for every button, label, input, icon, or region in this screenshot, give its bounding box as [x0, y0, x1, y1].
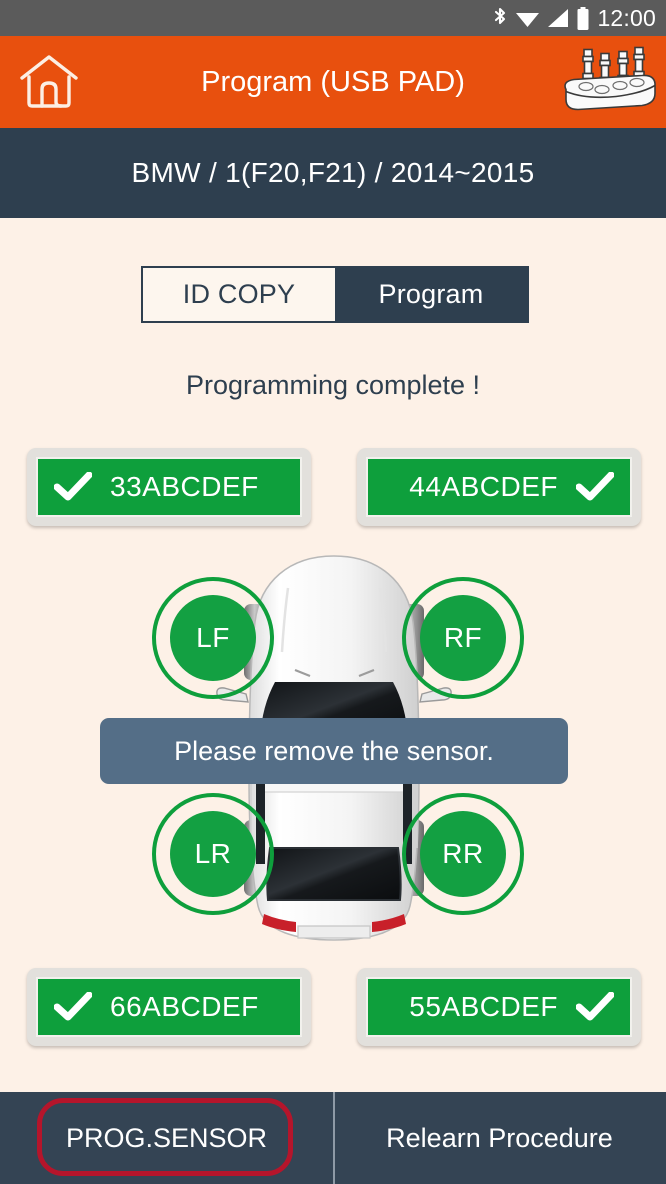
wheel-label-lr: LR: [194, 838, 232, 869]
sensor-tag-rf[interactable]: 44ABCDEF: [357, 448, 641, 526]
breadcrumb: BMW / 1(F20,F21) / 2014~2015: [0, 128, 666, 218]
app-screen: 12:00 Program (USB PAD) BMW / 1(F20,F21)…: [0, 0, 666, 1184]
mode-tabs: ID COPY Program: [141, 266, 529, 323]
status-message: Programming complete !: [185, 370, 481, 400]
check-icon: [576, 992, 614, 1021]
wheel-dot-rf: RF: [420, 595, 506, 681]
sensor-tag-rr[interactable]: 55ABCDEF: [357, 968, 641, 1046]
check-icon: [576, 472, 614, 501]
sensor-id-lr: 66ABCDEF: [110, 991, 259, 1022]
wheel-dot-lr: LR: [170, 811, 256, 897]
wheel-dot-rr: RR: [420, 811, 506, 897]
status-bar-clock: 12:00: [597, 4, 656, 31]
sensor-tag-lr[interactable]: 66ABCDEF: [27, 968, 311, 1046]
sensor-id-rf: 44ABCDEF: [409, 471, 558, 502]
wheel-marker-lr[interactable]: LR: [152, 793, 274, 915]
wheel-marker-rr[interactable]: RR: [402, 793, 524, 915]
status-bar: 12:00: [0, 0, 666, 36]
wheel-label-rr: RR: [442, 838, 484, 869]
check-icon: [54, 472, 92, 501]
usb-pad-device-icon: [556, 42, 660, 123]
relearn-procedure-button[interactable]: Relearn Procedure: [333, 1092, 666, 1184]
sensor-id-lf: 33ABCDEF: [110, 471, 259, 502]
sensor-id-rr: 55ABCDEF: [409, 991, 558, 1022]
wheel-label-lf: LF: [196, 622, 230, 653]
wheel-marker-lf[interactable]: LF: [152, 577, 274, 699]
prog-sensor-button[interactable]: PROG.SENSOR: [0, 1092, 333, 1184]
wifi-icon: [516, 13, 540, 27]
bluetooth-icon: [495, 7, 506, 25]
check-icon: [54, 992, 92, 1021]
tab-program[interactable]: Program: [335, 268, 527, 321]
sensor-tag-lf[interactable]: 33ABCDEF: [27, 448, 311, 526]
tab-id-copy[interactable]: ID COPY: [143, 268, 335, 321]
wheel-dot-lf: LF: [170, 595, 256, 681]
toast-banner: Please remove the sensor.: [100, 718, 568, 784]
breadcrumb-text: BMW / 1(F20,F21) / 2014~2015: [131, 157, 535, 188]
toast-message: Please remove the sensor.: [174, 735, 494, 766]
bottom-bar-divider: [333, 1092, 335, 1184]
app-header: Program (USB PAD): [0, 36, 666, 128]
wheel-label-rf: RF: [443, 622, 483, 653]
wheel-marker-rf[interactable]: RF: [402, 577, 524, 699]
battery-icon: [577, 6, 589, 30]
signal-icon: [548, 9, 569, 27]
